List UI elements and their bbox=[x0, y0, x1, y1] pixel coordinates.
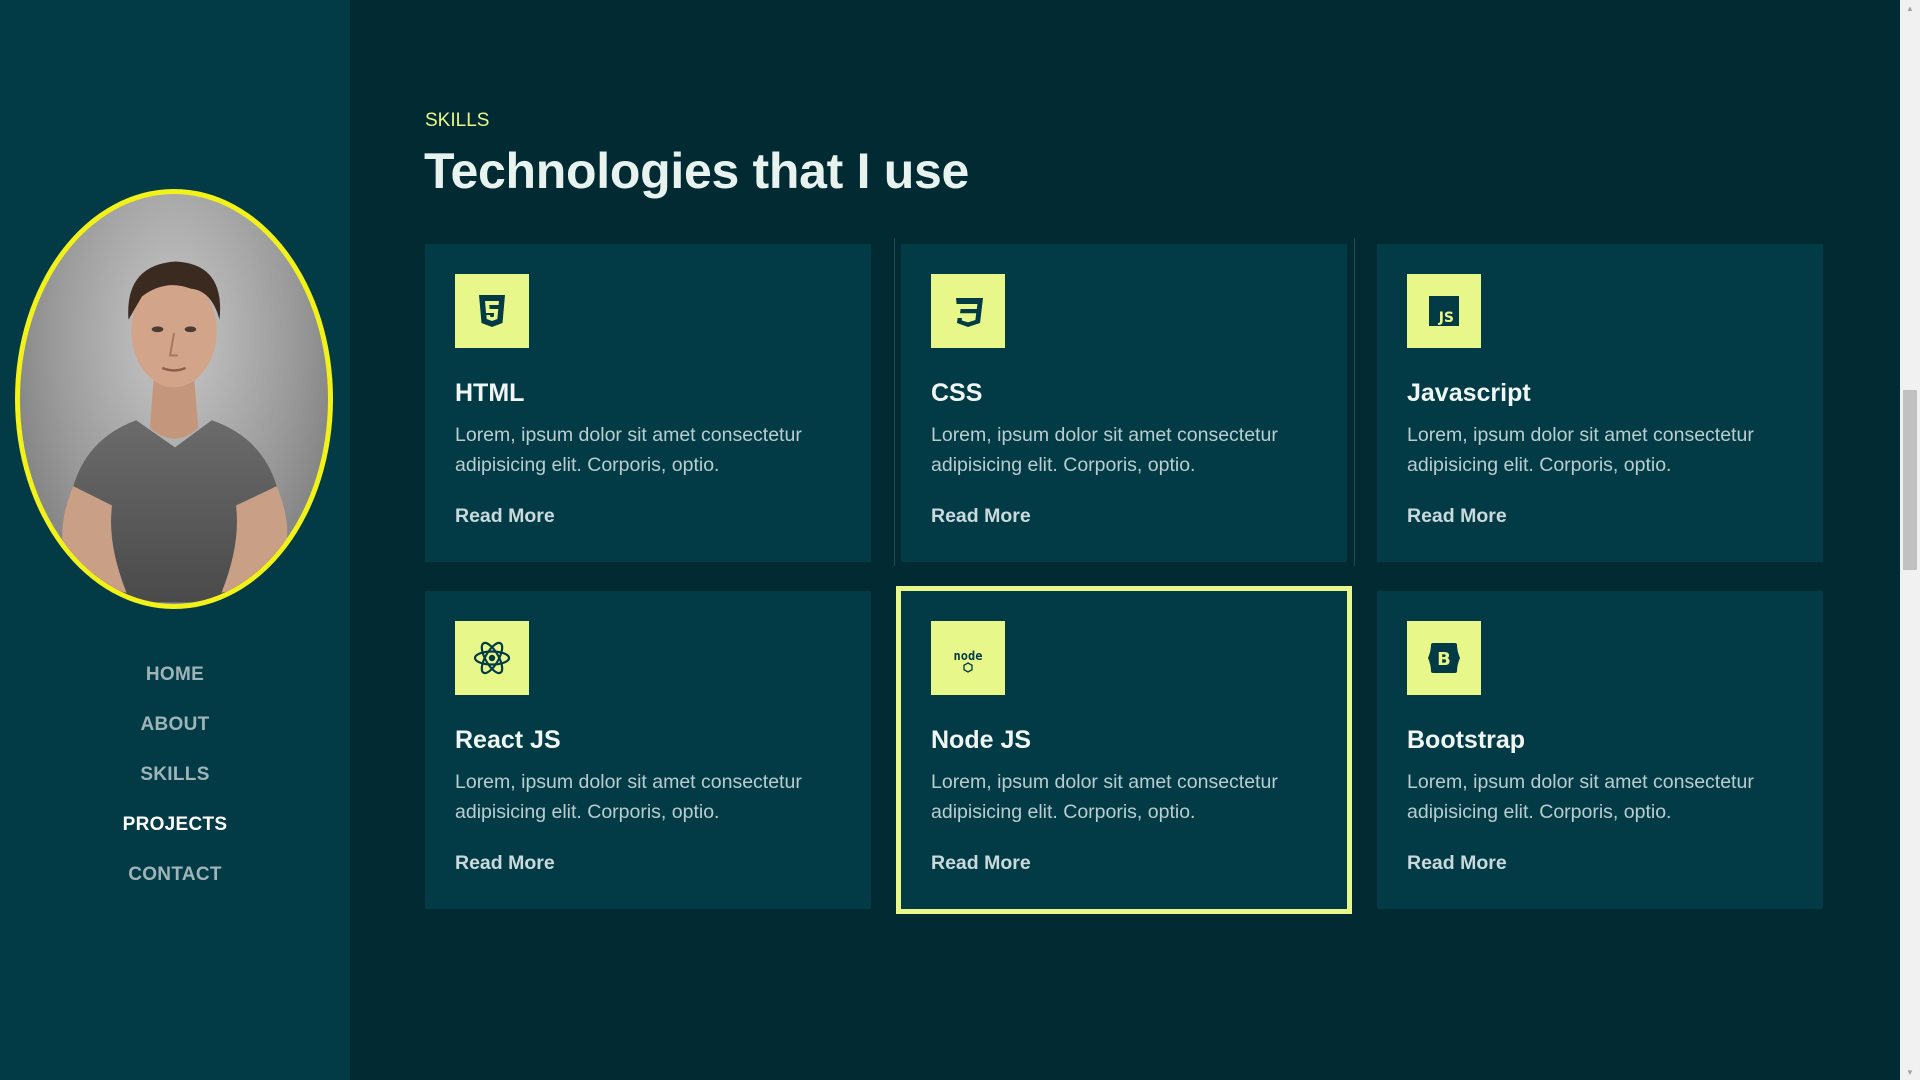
card-title: React JS bbox=[455, 726, 561, 754]
section-eyebrow: SKILLS bbox=[425, 110, 490, 131]
skill-card-javascript[interactable]: JS Javascript Lorem, ipsum dolor sit ame… bbox=[1377, 244, 1823, 562]
nav-item-skills[interactable]: SKILLS bbox=[0, 755, 350, 805]
card-title: Javascript bbox=[1407, 379, 1531, 407]
read-more-link[interactable]: Read More bbox=[455, 505, 555, 528]
read-more-link[interactable]: Read More bbox=[1407, 505, 1507, 528]
read-more-link[interactable]: Read More bbox=[1407, 852, 1507, 875]
profile-photo bbox=[58, 261, 292, 603]
skill-card-bootstrap[interactable]: B Bootstrap Lorem, ipsum dolor sit amet … bbox=[1377, 591, 1823, 909]
column-divider bbox=[1354, 238, 1355, 566]
svg-text:node: node bbox=[954, 649, 983, 663]
css3-icon bbox=[931, 274, 1005, 348]
card-title: CSS bbox=[931, 379, 983, 407]
skill-card-html[interactable]: HTML Lorem, ipsum dolor sit amet consect… bbox=[425, 244, 871, 562]
nav-item-contact[interactable]: CONTACT bbox=[0, 855, 350, 905]
section-title: Technologies that I use bbox=[424, 143, 970, 199]
skills-section: SKILLS Technologies that I use HTML Lore… bbox=[350, 0, 1900, 1080]
read-more-link[interactable]: Read More bbox=[455, 852, 555, 875]
read-more-link[interactable]: Read More bbox=[931, 505, 1031, 528]
scroll-down-arrow-icon[interactable]: ▼ bbox=[1900, 1064, 1920, 1080]
column-divider bbox=[894, 238, 895, 566]
skill-card-nodejs[interactable]: node Node JS Lorem, ipsum dolor sit amet… bbox=[896, 586, 1352, 914]
nodejs-icon: node bbox=[931, 621, 1005, 695]
card-description: Lorem, ipsum dolor sit amet consectetur … bbox=[455, 424, 802, 476]
nav-item-home[interactable]: HOME bbox=[0, 655, 350, 705]
card-description: Lorem, ipsum dolor sit amet consectetur … bbox=[1407, 424, 1754, 476]
react-icon bbox=[455, 621, 529, 695]
card-title: HTML bbox=[455, 379, 525, 407]
card-title: Bootstrap bbox=[1407, 726, 1526, 754]
read-more-link[interactable]: Read More bbox=[931, 852, 1031, 875]
card-description: Lorem, ipsum dolor sit amet consectetur … bbox=[455, 771, 802, 823]
scrollbar-thumb[interactable] bbox=[1903, 390, 1917, 570]
card-description: Lorem, ipsum dolor sit amet consectetur … bbox=[931, 771, 1278, 823]
nav-item-projects[interactable]: PROJECTS bbox=[0, 805, 350, 855]
card-description: Lorem, ipsum dolor sit amet consectetur … bbox=[1407, 771, 1754, 823]
profile-avatar bbox=[15, 189, 333, 609]
html5-icon bbox=[455, 274, 529, 348]
skill-card-css[interactable]: CSS Lorem, ipsum dolor sit amet consecte… bbox=[901, 244, 1347, 562]
skill-card-react[interactable]: React JS Lorem, ipsum dolor sit amet con… bbox=[425, 591, 871, 909]
scroll-up-arrow-icon[interactable]: ▲ bbox=[1900, 0, 1920, 16]
javascript-icon: JS bbox=[1407, 274, 1481, 348]
card-title: Node JS bbox=[931, 726, 1032, 754]
bootstrap-icon: B bbox=[1407, 621, 1481, 695]
sidebar-nav: HOME ABOUT SKILLS PROJECTS CONTACT bbox=[0, 655, 350, 905]
sidebar: HOME ABOUT SKILLS PROJECTS CONTACT bbox=[0, 0, 350, 1080]
page-scrollbar[interactable]: ▲ ▼ bbox=[1900, 0, 1920, 1080]
svg-text:B: B bbox=[1437, 649, 1451, 670]
nav-item-about[interactable]: ABOUT bbox=[0, 705, 350, 755]
card-description: Lorem, ipsum dolor sit amet consectetur … bbox=[931, 424, 1278, 476]
svg-text:JS: JS bbox=[1438, 310, 1454, 326]
